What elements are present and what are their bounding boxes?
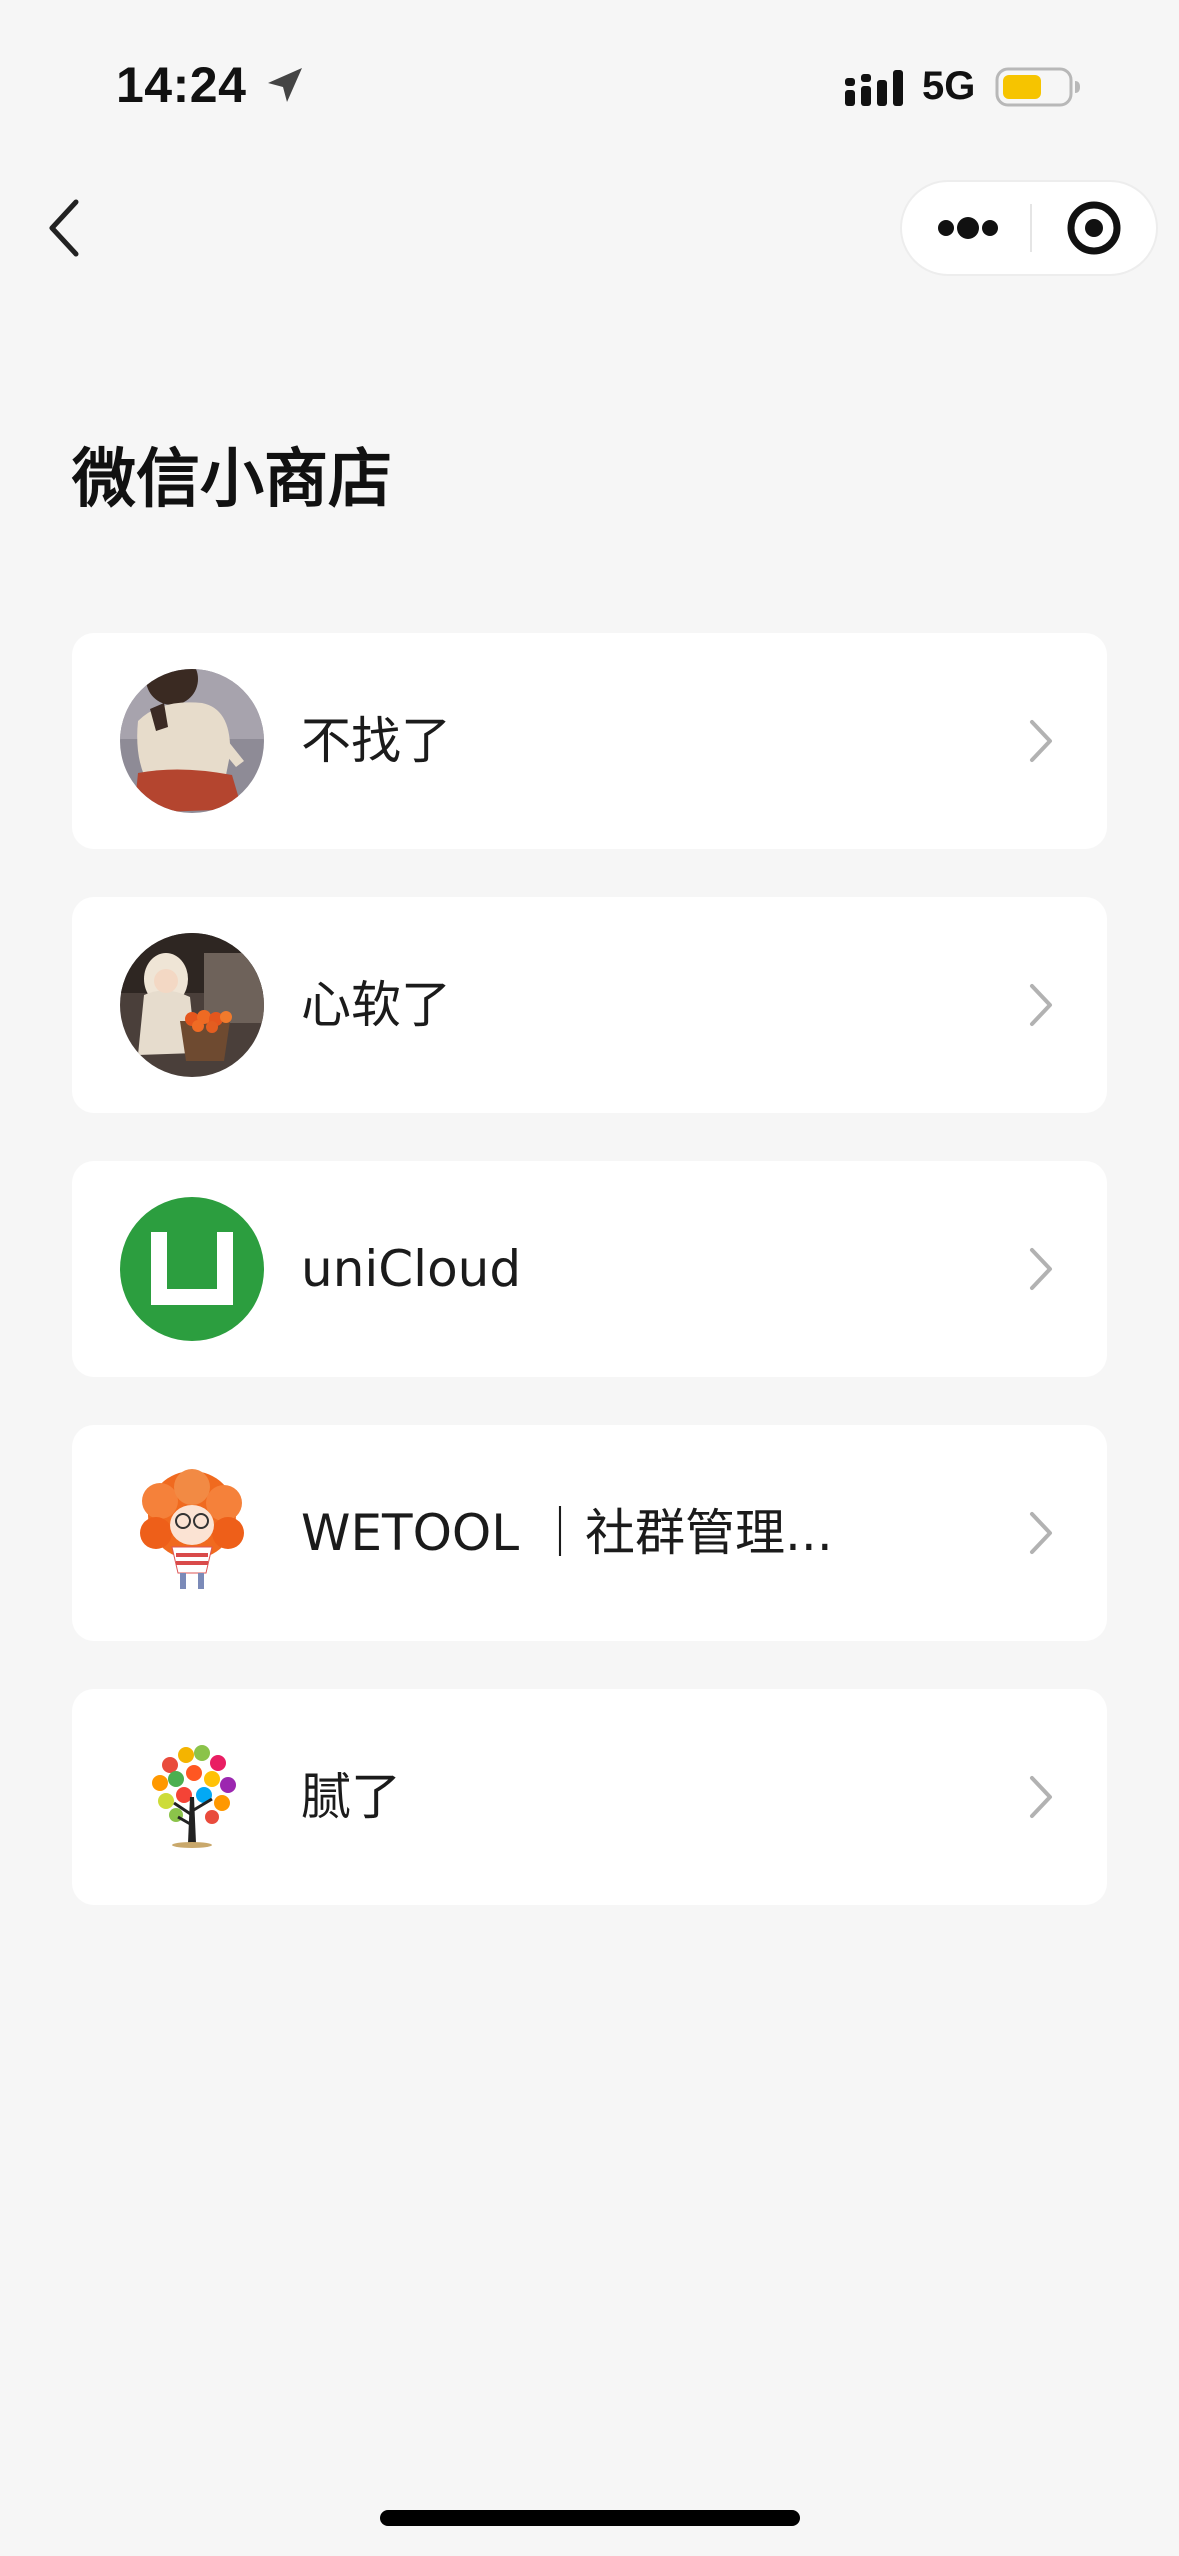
- store-name: uniCloud: [301, 1240, 522, 1298]
- unicloud-logo-avatar: [120, 1197, 264, 1341]
- more-dots-icon[interactable]: [902, 182, 1030, 274]
- home-indicator[interactable]: [380, 2510, 800, 2526]
- store-item[interactable]: 腻了: [72, 1689, 1107, 1905]
- store-item[interactable]: 心软了: [72, 897, 1107, 1113]
- chevron-right-icon: [1030, 1512, 1052, 1554]
- store-name: 腻了: [301, 1768, 401, 1826]
- store-item[interactable]: 不找了: [72, 633, 1107, 849]
- chevron-right-icon: [1030, 720, 1052, 762]
- colorful-tree-avatar: [120, 1725, 264, 1869]
- battery-icon: [995, 67, 1080, 107]
- chevron-right-icon: [1030, 1776, 1052, 1818]
- cellular-signal-icon: [845, 70, 903, 106]
- store-name: 不找了: [301, 712, 451, 770]
- back-chevron-icon[interactable]: [36, 190, 94, 266]
- store-item[interactable]: uniCloud: [72, 1161, 1107, 1377]
- target-circle-icon[interactable]: [1032, 182, 1158, 274]
- chevron-right-icon: [1030, 1248, 1052, 1290]
- store-name: 心软了: [301, 976, 451, 1034]
- status-bar: 14:24 5G: [0, 0, 1179, 150]
- network-label: 5G: [922, 64, 976, 108]
- chevron-right-icon: [1030, 984, 1052, 1026]
- orange-hair-character-avatar: [120, 1461, 264, 1605]
- store-item[interactable]: WETOOL ｜社群管理...: [72, 1425, 1107, 1641]
- photo-girl-with-basket-avatar: [120, 933, 264, 1077]
- status-time: 14:24: [116, 57, 247, 113]
- page-title: 微信小商店: [72, 443, 392, 517]
- location-arrow-icon: [268, 68, 302, 102]
- store-list: 不找了 心软了 uniCloud WETOOL ｜社群管理... 腻了: [72, 633, 1107, 1953]
- illustrated-figure-avatar: [120, 669, 264, 813]
- store-name: WETOOL ｜社群管理...: [301, 1504, 833, 1562]
- mini-program-capsule: [900, 180, 1158, 276]
